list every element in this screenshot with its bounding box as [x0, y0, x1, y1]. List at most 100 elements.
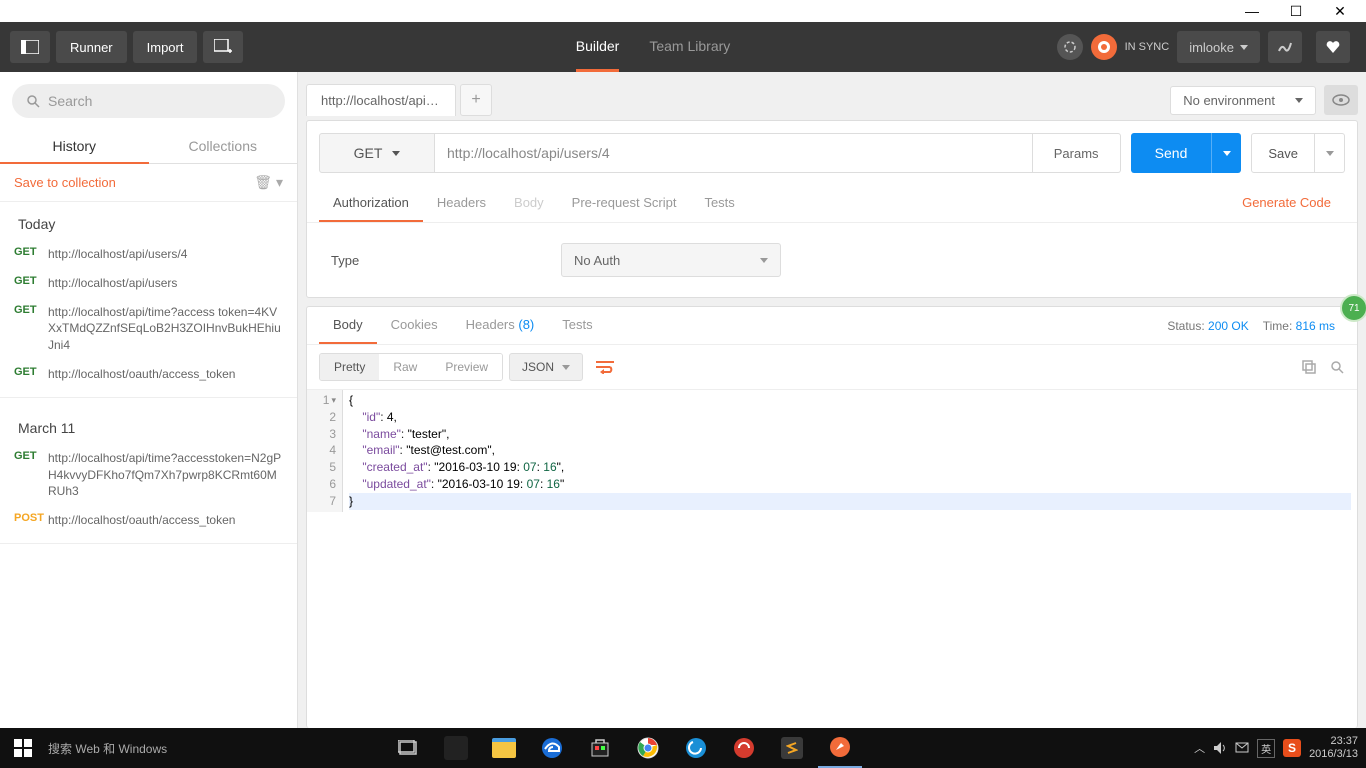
history-section-header: March 11: [0, 406, 297, 444]
app-icon-1[interactable]: [434, 728, 478, 768]
ime-indicator[interactable]: 英: [1257, 739, 1275, 758]
tab-builder[interactable]: Builder: [576, 22, 620, 72]
search-icon: [26, 94, 40, 108]
sogou-icon[interactable]: S: [1283, 739, 1301, 757]
settings-button[interactable]: [1268, 31, 1302, 63]
auth-type-label: Type: [331, 253, 561, 268]
send-dropdown[interactable]: [1211, 133, 1241, 173]
history-method: GET: [14, 450, 48, 500]
history-item[interactable]: GEThttp://localhost/api/time?accesstoken…: [0, 444, 297, 506]
resp-tab-cookies[interactable]: Cookies: [377, 307, 452, 344]
sync-solid-icon[interactable]: [1091, 34, 1117, 60]
history-item[interactable]: GEThttp://localhost/oauth/access_token: [0, 360, 297, 389]
chevron-down-icon: [1295, 98, 1303, 103]
tab-collections[interactable]: Collections: [149, 130, 298, 164]
sync-label: IN SYNC: [1125, 41, 1170, 53]
history-item[interactable]: GEThttp://localhost/api/users: [0, 269, 297, 298]
history-url: http://localhost/api/time?accesstoken=N2…: [48, 450, 283, 500]
save-dropdown[interactable]: [1315, 133, 1345, 173]
import-button[interactable]: Import: [133, 31, 198, 63]
search-input[interactable]: Search: [12, 84, 285, 118]
notification-badge[interactable]: 71: [1340, 294, 1366, 322]
store-icon[interactable]: [578, 728, 622, 768]
content-area: http://localhost/api/user + No environme…: [298, 72, 1366, 728]
view-raw[interactable]: Raw: [379, 354, 431, 380]
resp-tab-tests[interactable]: Tests: [548, 307, 606, 344]
postman-icon[interactable]: [818, 728, 862, 768]
top-toolbar: Runner Import Builder Team Library IN SY…: [0, 22, 1366, 72]
heart-button[interactable]: [1316, 31, 1350, 63]
response-status: 200 OK: [1208, 319, 1249, 333]
app-icon-3[interactable]: [722, 728, 766, 768]
tab-prerequest[interactable]: Pre-request Script: [558, 185, 691, 222]
save-button[interactable]: Save: [1251, 133, 1315, 173]
resp-tab-headers[interactable]: Headers (8): [452, 307, 549, 344]
history-item[interactable]: POSThttp://localhost/oauth/access_token: [0, 506, 297, 535]
history-url: http://localhost/api/time?access token=4…: [48, 304, 283, 354]
request-tab[interactable]: http://localhost/api/user: [306, 84, 456, 116]
explorer-icon[interactable]: [482, 728, 526, 768]
start-button[interactable]: [0, 728, 46, 768]
minimize-button[interactable]: —: [1230, 0, 1274, 22]
sync-status: IN SYNC: [1057, 34, 1170, 60]
environment-select[interactable]: No environment: [1170, 86, 1316, 115]
close-button[interactable]: ✕: [1318, 0, 1362, 22]
toggle-sidebar-button[interactable]: [10, 31, 50, 63]
environment-preview-button[interactable]: [1324, 85, 1358, 115]
tab-team-library[interactable]: Team Library: [649, 22, 730, 72]
generate-code-link[interactable]: Generate Code: [1228, 185, 1345, 222]
sync-icon[interactable]: [1057, 34, 1083, 60]
params-button[interactable]: Params: [1033, 133, 1121, 173]
chrome-icon[interactable]: [626, 728, 670, 768]
main-area: Search History Collections Save to colle…: [0, 72, 1366, 728]
save-to-collection-link[interactable]: Save to collection: [14, 175, 116, 190]
view-preview[interactable]: Preview: [431, 354, 502, 380]
history-method: GET: [14, 246, 48, 263]
clock[interactable]: 23:37 2016/3/13: [1309, 735, 1358, 761]
history-item[interactable]: GEThttp://localhost/api/time?access toke…: [0, 298, 297, 360]
wrap-lines-button[interactable]: [589, 353, 621, 381]
tab-headers[interactable]: Headers: [423, 185, 500, 222]
tab-body[interactable]: Body: [500, 185, 558, 222]
history-section-header: Today: [0, 202, 297, 240]
window-titlebar: — ☐ ✕: [0, 0, 1366, 22]
chevron-down-icon: [760, 258, 768, 263]
history-url: http://localhost/api/users/4: [48, 246, 283, 263]
tab-authorization[interactable]: Authorization: [319, 185, 423, 222]
send-button[interactable]: Send: [1131, 133, 1212, 173]
search-placeholder: Search: [48, 93, 92, 109]
app-icon-2[interactable]: [674, 728, 718, 768]
response-body[interactable]: 1▾234567 { "id": 4, "name": "tester", "e…: [307, 390, 1357, 512]
url-input[interactable]: [435, 133, 1033, 173]
history-method: GET: [14, 304, 48, 354]
tray-chevron-icon[interactable]: ︿: [1194, 740, 1205, 756]
format-select[interactable]: JSON: [509, 353, 583, 381]
view-pretty[interactable]: Pretty: [320, 354, 379, 380]
task-view-icon[interactable]: [386, 728, 430, 768]
history-method: GET: [14, 275, 48, 292]
response-time: 816 ms: [1296, 319, 1335, 333]
response-panel: Body Cookies Headers (8) Tests Status: 2…: [306, 306, 1358, 728]
method-select[interactable]: GET: [319, 133, 435, 173]
tab-tests[interactable]: Tests: [690, 185, 748, 222]
tab-history[interactable]: History: [0, 130, 149, 164]
notification-icon[interactable]: [1235, 741, 1249, 755]
copy-icon[interactable]: [1301, 359, 1317, 375]
maximize-button[interactable]: ☐: [1274, 0, 1318, 22]
taskbar-search[interactable]: 搜索 Web 和 Windows: [46, 740, 366, 757]
resp-tab-body[interactable]: Body: [319, 307, 377, 344]
add-tab-button[interactable]: +: [460, 84, 492, 116]
history-item[interactable]: GEThttp://localhost/api/users/4: [0, 240, 297, 269]
runner-button[interactable]: Runner: [56, 31, 127, 63]
edge-icon[interactable]: [530, 728, 574, 768]
user-menu[interactable]: imlooke: [1177, 31, 1260, 63]
sublime-icon[interactable]: [770, 728, 814, 768]
trash-icon[interactable]: 🗑 ▾: [254, 174, 283, 191]
chevron-down-icon: [1240, 45, 1248, 50]
new-window-button[interactable]: [203, 31, 243, 63]
history-url: http://localhost/api/users: [48, 275, 283, 292]
volume-icon[interactable]: [1213, 741, 1227, 755]
search-response-icon[interactable]: [1329, 359, 1345, 375]
auth-type-select[interactable]: No Auth: [561, 243, 781, 277]
history-method: POST: [14, 512, 48, 529]
